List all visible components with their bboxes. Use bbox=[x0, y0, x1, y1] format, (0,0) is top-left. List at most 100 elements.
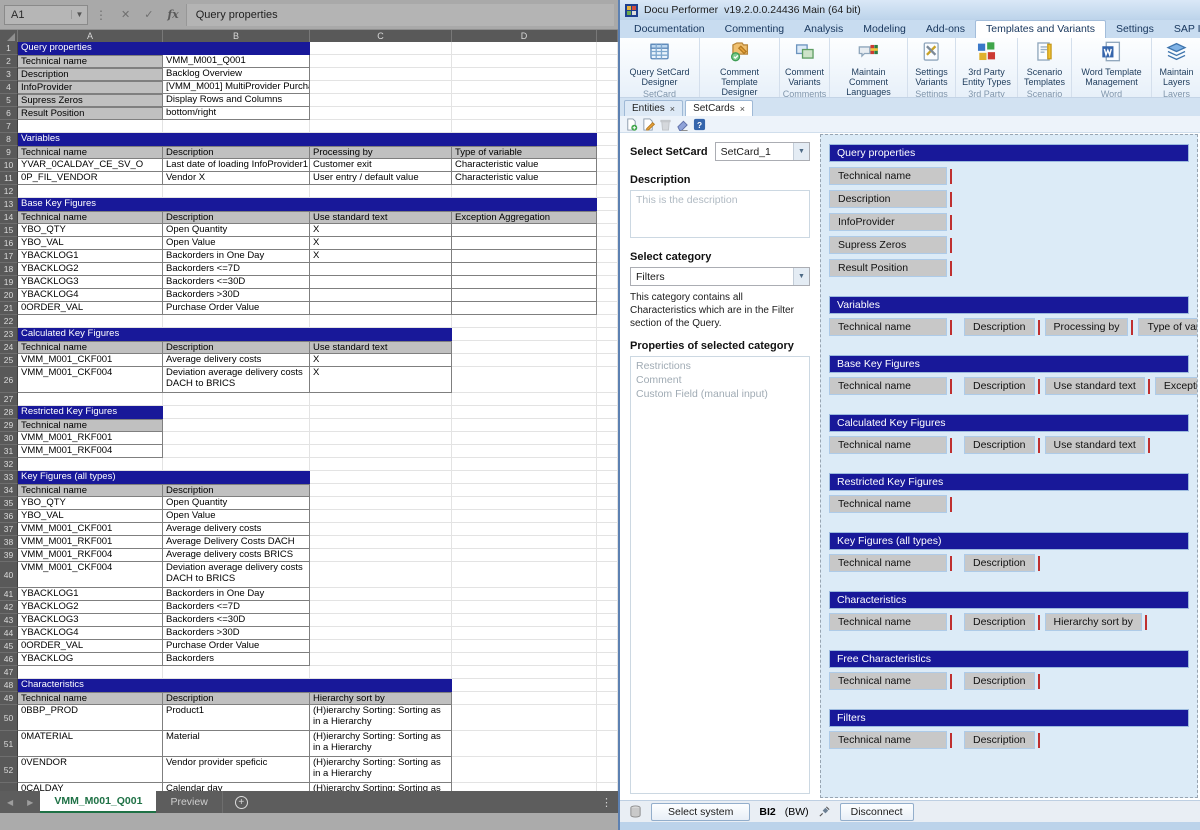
cell[interactable] bbox=[597, 484, 618, 497]
new-setcard-icon[interactable] bbox=[625, 118, 638, 131]
field-chip[interactable]: Exception Aggregation bbox=[1155, 377, 1198, 395]
field-chip[interactable]: Description bbox=[964, 377, 1035, 395]
cell[interactable] bbox=[310, 562, 452, 588]
row-header[interactable]: 40 bbox=[0, 562, 18, 588]
cell[interactable]: Open Quantity bbox=[163, 497, 310, 510]
cell[interactable] bbox=[18, 393, 163, 406]
cell[interactable] bbox=[18, 120, 163, 133]
cell[interactable] bbox=[452, 731, 597, 757]
cell[interactable] bbox=[452, 653, 597, 666]
cell[interactable]: Characteristics bbox=[18, 679, 452, 692]
cell[interactable] bbox=[452, 471, 597, 484]
menu-tab-documentation[interactable]: Documentation bbox=[624, 21, 715, 38]
cell[interactable]: Backorders in One Day bbox=[163, 250, 310, 263]
column-header[interactable]: A bbox=[18, 30, 163, 42]
cell[interactable] bbox=[597, 510, 618, 523]
cell[interactable]: Characteristic value bbox=[452, 159, 597, 172]
cell[interactable]: Deviation average delivery costs DACH to… bbox=[163, 367, 310, 393]
cell[interactable] bbox=[452, 393, 597, 406]
row-header[interactable]: 16 bbox=[0, 237, 18, 250]
cell[interactable] bbox=[597, 315, 618, 328]
cell[interactable]: [VMM_M001] MultiProvider Purchasing bbox=[163, 81, 310, 94]
cell[interactable] bbox=[310, 549, 452, 562]
cell[interactable]: Display Rows and Columns bbox=[163, 94, 310, 107]
row-header[interactable]: 5 bbox=[0, 94, 18, 107]
cell[interactable] bbox=[452, 458, 597, 471]
name-box[interactable]: A1 ▼ bbox=[4, 5, 88, 25]
cell[interactable] bbox=[597, 536, 618, 549]
cell[interactable]: VMM_M001_CKF001 bbox=[18, 354, 163, 367]
cell[interactable]: (H)ierarchy Sorting: Sorting as in a Hie… bbox=[310, 757, 452, 783]
cell[interactable]: YBO_QTY bbox=[18, 224, 163, 237]
cell[interactable] bbox=[310, 315, 452, 328]
cell[interactable] bbox=[597, 562, 618, 588]
cell[interactable]: Use standard text bbox=[310, 211, 452, 224]
cell[interactable]: Processing by bbox=[310, 146, 452, 159]
cell[interactable]: Hierarchy sort by bbox=[310, 692, 452, 705]
cell[interactable] bbox=[452, 549, 597, 562]
chevron-down-icon[interactable]: ▼ bbox=[793, 268, 809, 285]
row-header[interactable]: 10 bbox=[0, 159, 18, 172]
cell[interactable] bbox=[452, 94, 597, 107]
sheet-nav-right-icon[interactable]: ▶ bbox=[20, 791, 40, 813]
cell[interactable]: Type of variable bbox=[452, 146, 597, 159]
menu-tab-settings[interactable]: Settings bbox=[1106, 21, 1164, 38]
cell[interactable] bbox=[163, 419, 310, 432]
cell[interactable] bbox=[597, 341, 618, 354]
cell[interactable] bbox=[452, 237, 597, 250]
row-header[interactable]: 13 bbox=[0, 198, 18, 211]
row-header[interactable]: 7 bbox=[0, 120, 18, 133]
cell[interactable]: (H)ierarchy Sorting: Sorting as in a Hie… bbox=[310, 783, 452, 791]
cell[interactable] bbox=[597, 224, 618, 237]
select-all-corner[interactable] bbox=[0, 30, 18, 42]
cell[interactable] bbox=[163, 315, 310, 328]
cell[interactable]: Use standard text bbox=[310, 341, 452, 354]
close-icon[interactable]: × bbox=[740, 104, 745, 114]
cell[interactable] bbox=[452, 224, 597, 237]
row-header[interactable]: 50 bbox=[0, 705, 18, 731]
cell[interactable]: Last date of loading InfoProvider1 bbox=[163, 159, 310, 172]
cell[interactable] bbox=[18, 315, 163, 328]
field-chip[interactable]: Description bbox=[964, 613, 1035, 631]
menu-tab-templates-and-variants[interactable]: Templates and Variants bbox=[975, 20, 1106, 38]
cell[interactable]: Description bbox=[18, 68, 163, 81]
cell[interactable]: Average delivery costs bbox=[163, 354, 310, 367]
cell[interactable]: Material bbox=[163, 731, 310, 757]
cell[interactable] bbox=[18, 666, 163, 679]
preview-section-header[interactable]: Free Characteristics bbox=[829, 650, 1189, 668]
preview-section-header[interactable]: Restricted Key Figures bbox=[829, 473, 1189, 491]
field-chip[interactable]: Description bbox=[964, 672, 1035, 690]
field-chip[interactable]: Technical name bbox=[829, 731, 947, 749]
cell[interactable] bbox=[597, 146, 618, 159]
cell[interactable] bbox=[597, 107, 618, 120]
cell[interactable] bbox=[18, 458, 163, 471]
cell[interactable]: Average delivery costs BRICS bbox=[163, 549, 310, 562]
cell[interactable]: 0ORDER_VAL bbox=[18, 302, 163, 315]
cell[interactable]: Customer exit bbox=[310, 159, 452, 172]
row-header[interactable]: 15 bbox=[0, 224, 18, 237]
ribbon-button-maintain-layers[interactable]: Maintain Layers bbox=[1152, 38, 1200, 88]
cell[interactable]: Backorders <=7D bbox=[163, 601, 310, 614]
cell[interactable]: X bbox=[310, 367, 452, 393]
sheet-tabs-more-icon[interactable]: ⋮ bbox=[595, 791, 618, 813]
row-header[interactable]: 43 bbox=[0, 614, 18, 627]
cell[interactable]: YBACKLOG1 bbox=[18, 250, 163, 263]
cell[interactable] bbox=[310, 393, 452, 406]
cell[interactable]: YBACKLOG4 bbox=[18, 289, 163, 302]
cell[interactable]: Technical name bbox=[18, 419, 163, 432]
cell[interactable] bbox=[452, 679, 597, 692]
cell[interactable] bbox=[597, 406, 618, 419]
row-header[interactable]: 53 bbox=[0, 783, 18, 791]
preview-section-header[interactable]: Query properties bbox=[829, 144, 1189, 162]
cell[interactable] bbox=[597, 588, 618, 601]
cell[interactable] bbox=[452, 536, 597, 549]
cell[interactable]: Description bbox=[163, 692, 310, 705]
cell[interactable]: (H)ierarchy Sorting: Sorting as in a Hie… bbox=[310, 731, 452, 757]
row-header[interactable]: 52 bbox=[0, 757, 18, 783]
cell[interactable]: Vendor provider speficic bbox=[163, 757, 310, 783]
cell[interactable]: 0MATERIAL bbox=[18, 731, 163, 757]
row-header[interactable]: 44 bbox=[0, 627, 18, 640]
ribbon-button-maintain-comment-languages[interactable]: Maintain Comment Languages bbox=[830, 38, 907, 98]
cell[interactable]: VMM_M001_RKF001 bbox=[18, 536, 163, 549]
row-header[interactable]: 24 bbox=[0, 341, 18, 354]
